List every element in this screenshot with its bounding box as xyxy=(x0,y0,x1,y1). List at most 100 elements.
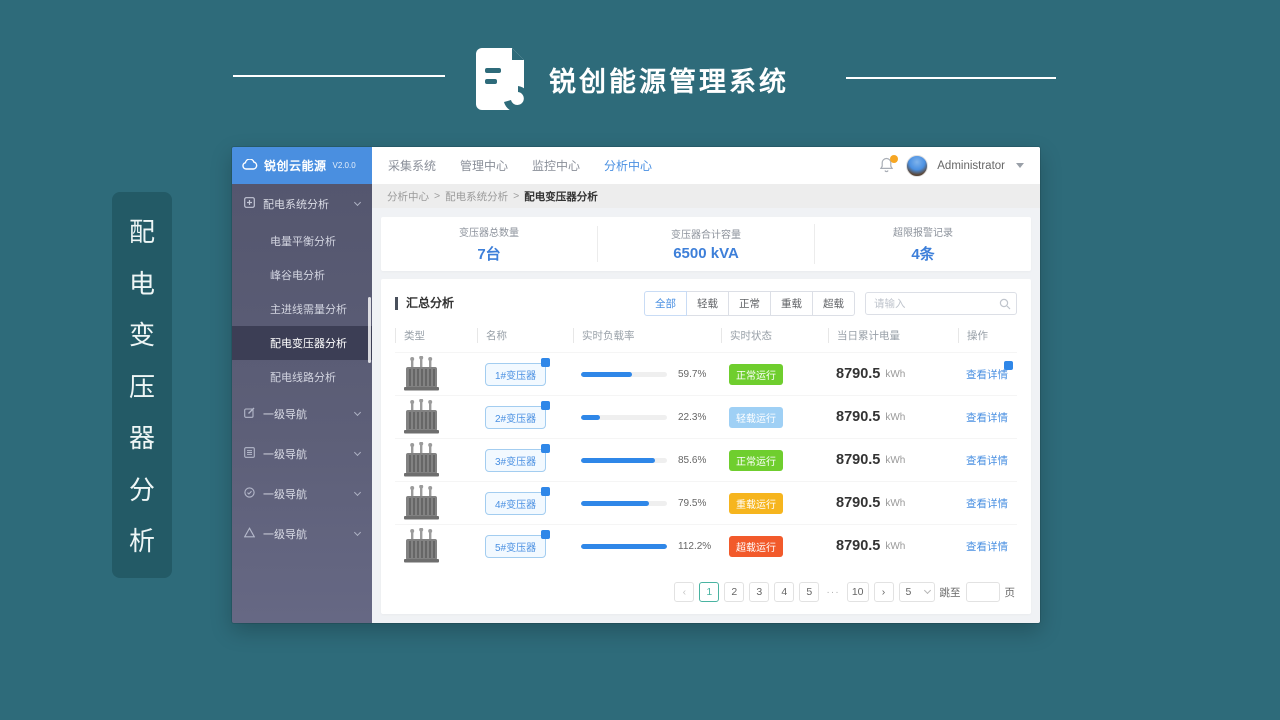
sidebar-item-nav-1[interactable]: 一级导航 xyxy=(232,394,372,434)
view-details-link[interactable]: 查看详情 xyxy=(966,496,1008,511)
view-details-link[interactable]: 查看详情 xyxy=(966,453,1008,468)
chevron-down-icon xyxy=(353,488,362,497)
transformer-name-button[interactable]: 1#变压器 xyxy=(485,357,551,386)
load-rate-value: 22.3% xyxy=(678,411,707,423)
transformer-image xyxy=(395,356,477,392)
transformer-name-button[interactable]: 5#变压器 xyxy=(485,529,551,558)
sidebar-item-distribution-analysis[interactable]: 配电系统分析 xyxy=(232,184,372,224)
transformer-name: 4#变压器 xyxy=(495,499,537,511)
progress-bar xyxy=(581,543,667,549)
transformer-name: 5#变压器 xyxy=(495,542,537,554)
view-details-label: 查看详情 xyxy=(966,368,1008,381)
topnav-item-analysis[interactable]: 分析中心 xyxy=(604,157,652,174)
pagination-next-button[interactable]: › xyxy=(873,582,894,602)
breadcrumb-item[interactable]: 配电系统分析 xyxy=(445,189,508,204)
view-details-link[interactable]: 查看详情 xyxy=(966,410,1008,425)
content-area: 变压器总数量 7台 变压器合计容量 6500 kVA 超限报警记录 4条 汇总分… xyxy=(372,208,1040,623)
sidebar-item-line-analysis[interactable]: 配电线路分析 xyxy=(232,360,372,394)
transformer-name-button[interactable]: 4#变压器 xyxy=(485,486,551,515)
edit-icon xyxy=(244,407,255,421)
transformer-image xyxy=(395,399,477,435)
header-divider-left xyxy=(233,75,445,77)
notification-bell-icon[interactable] xyxy=(879,154,899,175)
daily-energy-cell: 8790.5 kWh xyxy=(828,495,958,511)
user-dropdown-caret-icon[interactable] xyxy=(1016,163,1024,168)
pagination-page-button[interactable]: 1 xyxy=(699,582,720,602)
energy-value: 8790.5 xyxy=(836,409,881,425)
transformer-name-button[interactable]: 3#变压器 xyxy=(485,443,551,472)
transformer-name-button[interactable]: 2#变压器 xyxy=(485,400,551,429)
energy-value: 8790.5 xyxy=(836,366,881,382)
filter-overload-button[interactable]: 超载 xyxy=(812,291,855,316)
page-size-value: 5 xyxy=(905,586,912,598)
side-tag: 配 电 变 压 器 分 析 xyxy=(112,192,172,578)
view-details-link[interactable]: 查看详情 xyxy=(966,360,1013,382)
list-icon xyxy=(244,447,255,461)
stat-value: 7台 xyxy=(477,246,501,263)
sidebar-item-nav-2[interactable]: 一级导航 xyxy=(232,434,372,474)
load-rate-cell: 112.2% xyxy=(573,541,721,552)
view-details-label: 查看详情 xyxy=(966,497,1008,510)
sidebar-item-transformer-analysis[interactable]: 配电变压器分析 xyxy=(232,326,372,360)
breadcrumb-item[interactable]: 分析中心 xyxy=(387,189,429,204)
sidebar: 锐创云能源 V2.0.0 配电系统分析 电量平衡分析 峰谷电分析 主进线需量分析… xyxy=(232,147,372,623)
sidebar-item-peak-valley[interactable]: 峰谷电分析 xyxy=(232,258,372,292)
status-badge: 轻载运行 xyxy=(729,406,783,428)
status-badge: 超载运行 xyxy=(729,535,783,557)
sidebar-logo: 锐创云能源 V2.0.0 xyxy=(232,147,372,184)
stat-label: 变压器合计容量 xyxy=(671,230,741,241)
table-row: 5#变压器 112.2% 超载运行 8790.5 kWh 查看详情 xyxy=(395,524,1017,567)
transformer-name: 1#变压器 xyxy=(495,370,537,382)
filter-light-load-button[interactable]: 轻载 xyxy=(686,291,729,316)
sidebar-item-label: 一级导航 xyxy=(263,489,307,501)
pagination-page-button[interactable]: 3 xyxy=(749,582,770,602)
page-size-select[interactable]: 5 xyxy=(898,582,935,602)
transformer-name: 3#变压器 xyxy=(495,456,537,468)
side-tag-char: 分 xyxy=(128,474,155,505)
pagination-page-button[interactable]: 10 xyxy=(846,582,869,602)
sidebar-version: V2.0.0 xyxy=(332,161,356,170)
topnav-item-collection[interactable]: 采集系统 xyxy=(388,157,436,174)
sidebar-item-nav-4[interactable]: 一级导航 xyxy=(232,514,372,554)
chevron-down-icon xyxy=(353,448,362,457)
view-details-link[interactable]: 查看详情 xyxy=(966,539,1008,554)
transformer-name: 2#变压器 xyxy=(495,413,537,425)
energy-value: 8790.5 xyxy=(836,495,881,511)
stat-total-capacity: 变压器合计容量 6500 kVA xyxy=(597,226,814,262)
panel-controls: 全部 轻载 正常 重载 超载 xyxy=(644,291,1017,316)
stat-label: 超限报警记录 xyxy=(893,228,953,239)
pagination-page-button[interactable]: 5 xyxy=(799,582,820,602)
jump-page-input[interactable] xyxy=(965,582,1000,602)
topnav-item-monitoring[interactable]: 监控中心 xyxy=(532,157,580,174)
energy-unit: kWh xyxy=(885,497,906,509)
progress-bar xyxy=(581,500,667,506)
sidebar-item-label: 一级导航 xyxy=(263,529,307,541)
filter-normal-button[interactable]: 正常 xyxy=(728,291,771,316)
notification-badge xyxy=(890,154,899,163)
badge-icon xyxy=(541,529,551,539)
transformer-image xyxy=(395,485,477,521)
stat-transformer-count: 变压器总数量 7台 xyxy=(381,224,597,264)
pagination-prev-button[interactable]: ‹ xyxy=(674,582,695,602)
sidebar-item-power-balance[interactable]: 电量平衡分析 xyxy=(232,224,372,258)
avatar[interactable] xyxy=(906,154,929,177)
sidebar-scrollbar[interactable] xyxy=(368,297,371,363)
pagination-page-button[interactable]: 2 xyxy=(724,582,745,602)
search-input[interactable] xyxy=(865,292,1017,315)
filter-all-button[interactable]: 全部 xyxy=(644,291,687,316)
filter-heavy-load-button[interactable]: 重载 xyxy=(770,291,813,316)
breadcrumb-separator: > xyxy=(434,190,441,202)
stat-value: 4条 xyxy=(911,246,935,263)
sidebar-item-nav-3[interactable]: 一级导航 xyxy=(232,474,372,514)
load-rate-value: 59.7% xyxy=(678,368,707,380)
sidebar-item-main-line-demand[interactable]: 主进线需量分析 xyxy=(232,292,372,326)
energy-unit: kWh xyxy=(885,454,906,466)
search-icon[interactable] xyxy=(999,297,1011,315)
jump-label: 跳至 xyxy=(939,586,961,599)
energy-unit: kWh xyxy=(885,411,906,423)
energy-value: 8790.5 xyxy=(836,452,881,468)
daily-energy-cell: 8790.5 kWh xyxy=(828,409,958,425)
side-tag-char: 配 xyxy=(128,217,155,247)
pagination-page-button[interactable]: 4 xyxy=(774,582,795,602)
topnav-item-management[interactable]: 管理中心 xyxy=(460,157,508,174)
